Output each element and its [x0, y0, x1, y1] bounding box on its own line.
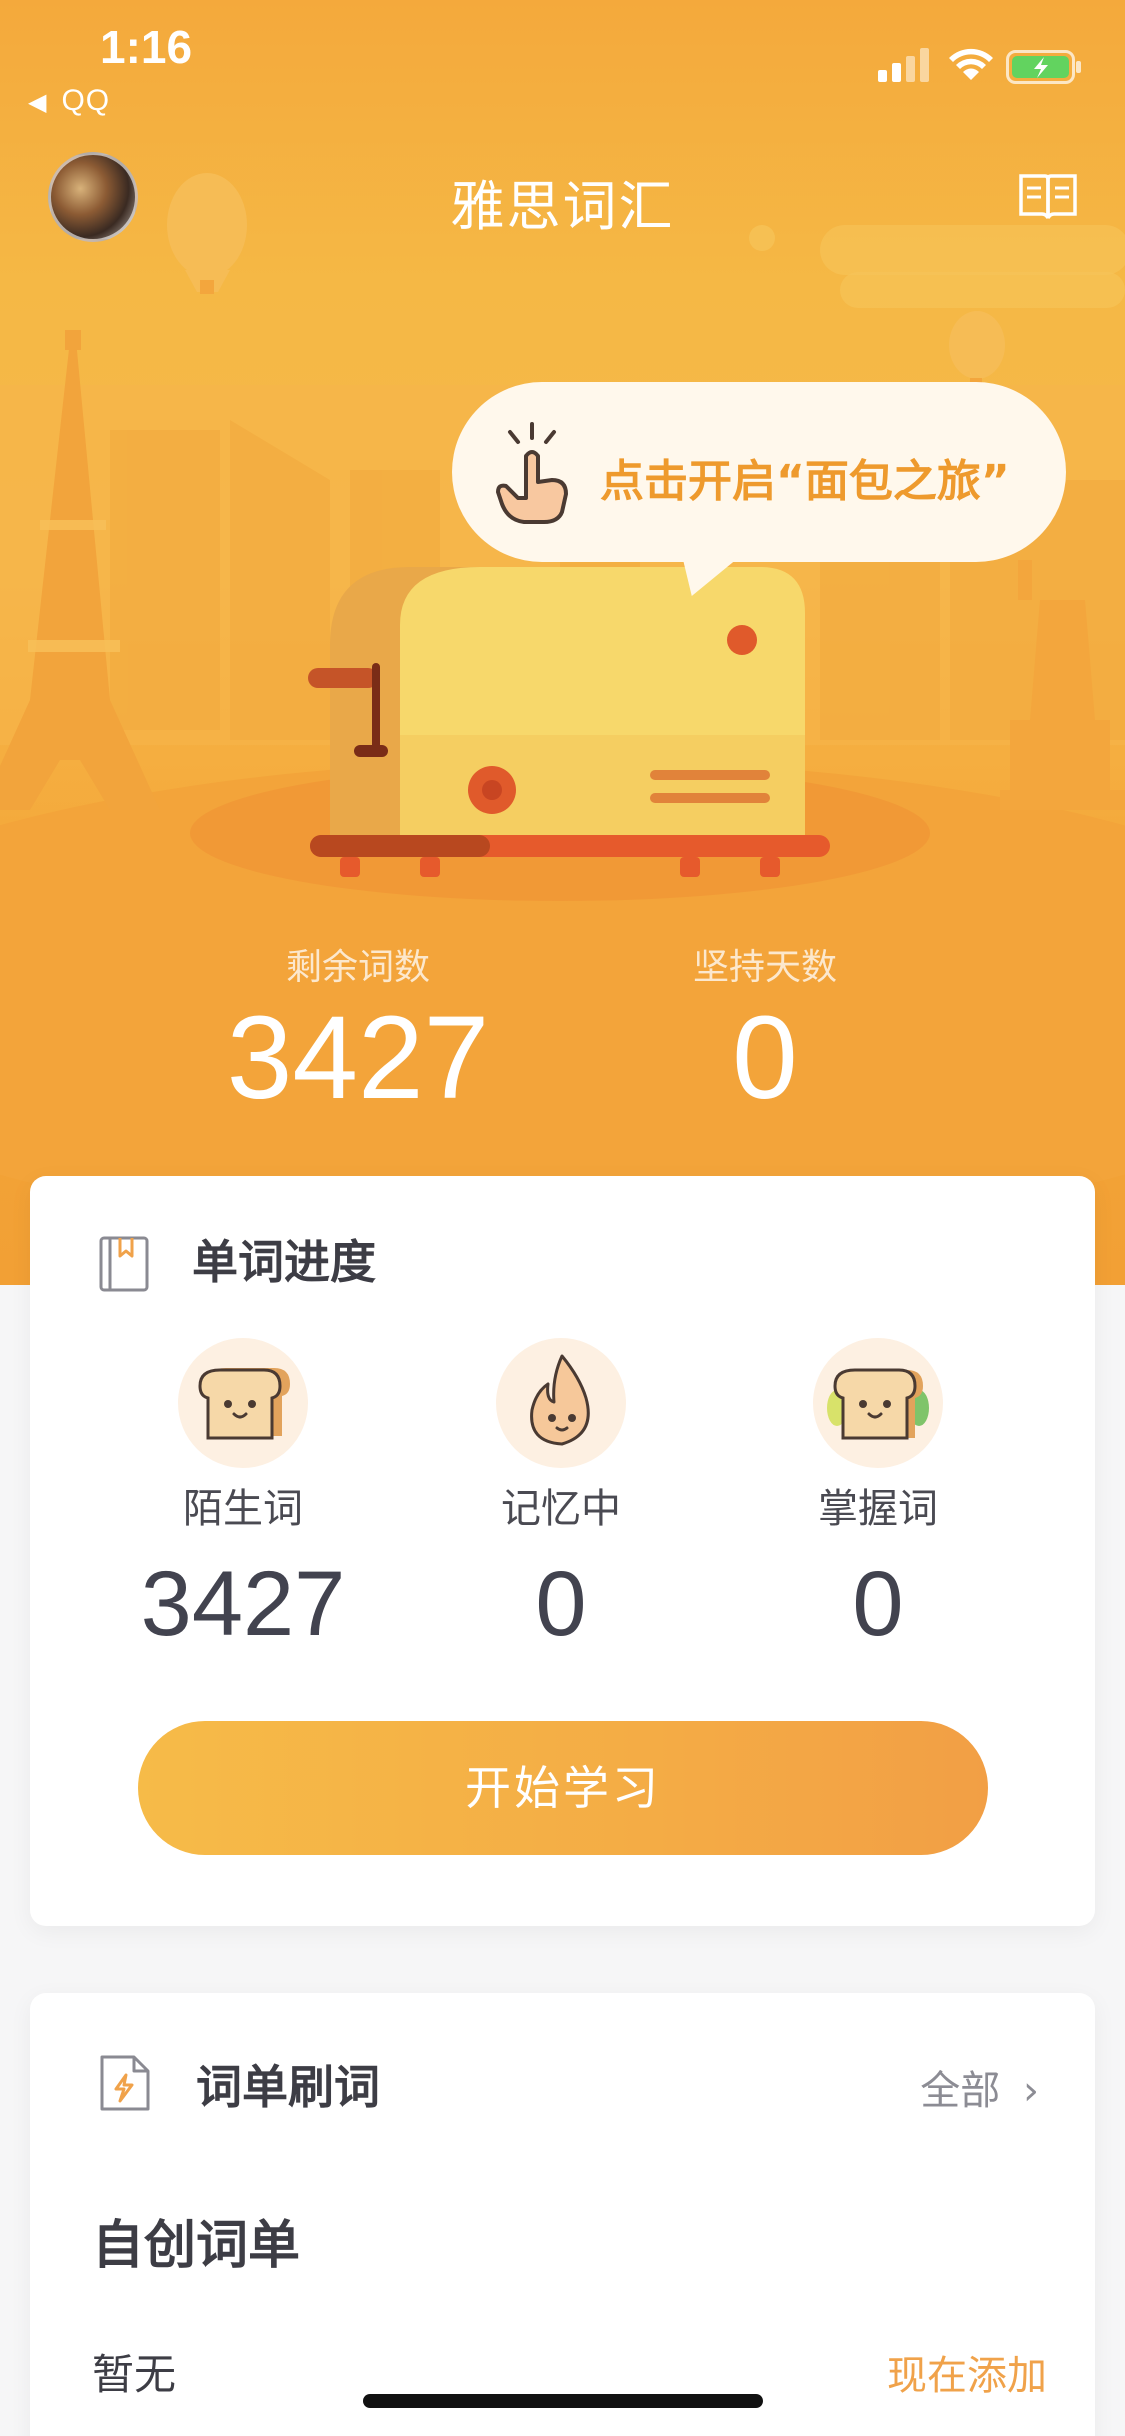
battery-charging-icon	[1006, 50, 1081, 84]
cellular-signal-icon	[878, 48, 929, 82]
word-progress-title: 单词进度	[192, 1235, 376, 1289]
page-title: 雅思词汇	[450, 175, 675, 238]
add-now-link[interactable]: 现在添加	[887, 2343, 1047, 2401]
word-list-card: 词单刷词 全部 › 自创词单 暂无 现在添加	[30, 1993, 1095, 2436]
lightning-doc-icon	[100, 2055, 150, 2111]
view-all-label: 全部	[920, 2068, 1001, 2114]
bubble-label: 点击开启“面包之旅”	[600, 456, 1010, 507]
open-book-icon[interactable]	[1018, 170, 1078, 222]
mastered-words-value: 0	[852, 1553, 904, 1655]
view-all-link[interactable]: 全部 ›	[920, 2058, 1039, 2116]
tap-hand-icon	[496, 422, 568, 524]
custom-list-heading: 自创词单	[92, 2216, 301, 2276]
mastered-words-stat[interactable]: 掌握词 0	[728, 1338, 1028, 1657]
learning-words-label: 记忆中	[501, 1486, 621, 1532]
sandwich-face-icon	[813, 1338, 943, 1468]
bookmark-book-icon	[99, 1236, 149, 1292]
remaining-words-value: 3427	[226, 992, 490, 1124]
hero-banner: 1:16 ◀ QQ 雅思词汇 点击开启“面包之旅” 剩余词数 3427 坚持天数…	[0, 0, 1125, 1285]
bubble-tail	[671, 548, 751, 596]
streak-days-value: 0	[732, 992, 798, 1124]
home-indicator[interactable]	[363, 2394, 763, 2408]
toaster-illustration[interactable]	[300, 555, 840, 895]
word-progress-card: 单词进度 陌生词 3427 记忆中 0 掌握词 0 开始学习	[30, 1176, 1095, 1926]
back-app-label: QQ	[61, 84, 111, 117]
streak-days-label: 坚持天数	[692, 947, 837, 988]
start-learning-button[interactable]: 开始学习	[138, 1721, 988, 1855]
mastered-words-label: 掌握词	[818, 1486, 938, 1532]
toast-face-icon	[178, 1338, 308, 1468]
unknown-words-label: 陌生词	[183, 1486, 303, 1532]
status-bar: 1:16 ◀ QQ	[0, 0, 1125, 130]
back-to-qq-link[interactable]: ◀ QQ	[28, 84, 110, 118]
learning-words-value: 0	[535, 1553, 587, 1655]
remaining-words-label: 剩余词数	[285, 947, 430, 988]
flame-face-icon	[496, 1338, 626, 1468]
unknown-words-stat[interactable]: 陌生词 3427	[93, 1338, 393, 1657]
chevron-right-icon: ›	[1023, 2068, 1039, 2114]
word-list-title: 词单刷词	[196, 2060, 380, 2114]
back-triangle-icon: ◀	[28, 89, 48, 116]
status-time: 1:16	[100, 21, 193, 73]
wifi-icon	[949, 48, 993, 80]
unknown-words-value: 3427	[140, 1553, 346, 1655]
learning-words-stat[interactable]: 记忆中 0	[411, 1338, 711, 1657]
empty-list-text: 暂无	[92, 2350, 177, 2399]
